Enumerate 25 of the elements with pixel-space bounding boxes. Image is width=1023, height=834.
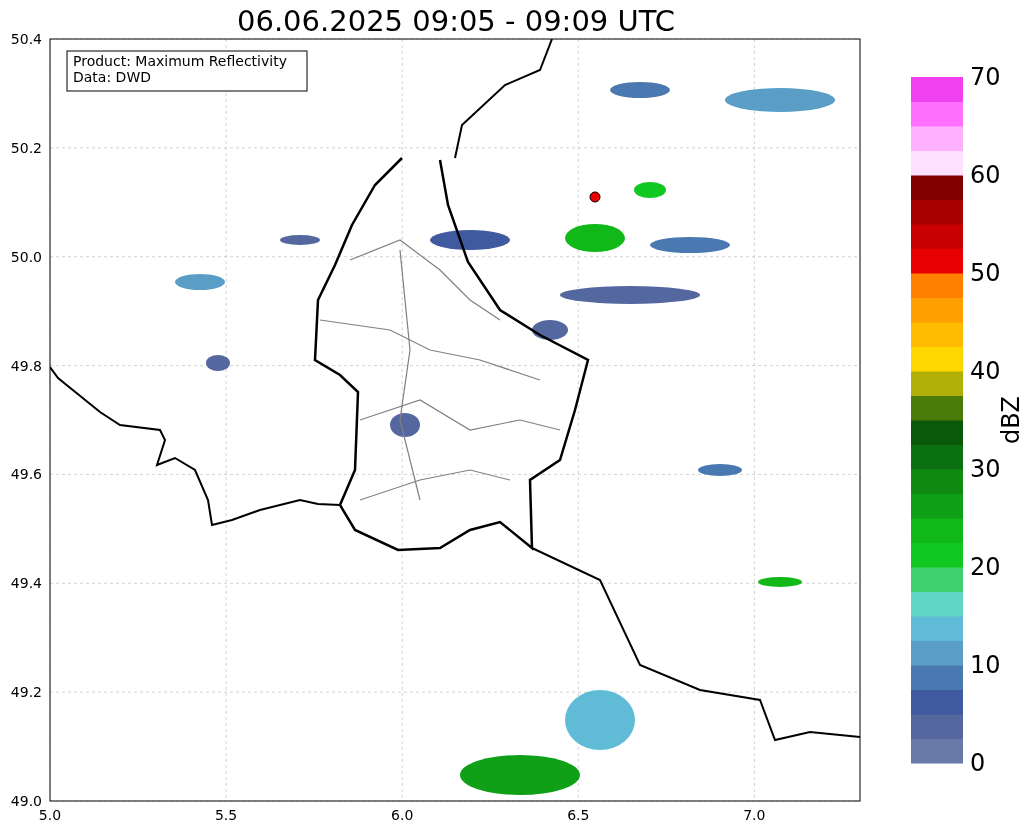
legend-text: Data: DWD [73,69,151,85]
x-tick-label: 5.0 [38,807,62,823]
x-tick-label: 5.5 [214,807,238,823]
colorbar-tick-label: 20 [970,553,1001,581]
colorbar-tick-label: 60 [970,161,1001,189]
y-tick-label: 50.4 [10,31,42,47]
y-tick-label: 49.6 [10,466,42,483]
colorbar-tick-label: 0 [970,749,986,777]
x-tick-label: 7.0 [743,807,766,823]
colorbar-tick-label: 40 [970,357,1001,385]
colorbar-tick-label: 10 [970,651,1001,679]
colorbar-tick-label: 50 [970,259,1001,287]
y-tick-label: 49.8 [10,357,42,374]
x-tick-label: 6.0 [391,807,414,823]
y-tick-label: 49.2 [10,684,42,701]
y-tick-label: 49.4 [10,575,42,592]
colorbar-label: dBZ [997,395,1023,445]
legend-text: Product: Maximum Reflectivity [73,53,287,69]
colorbar-tick-label: 30 [970,455,1001,483]
x-tick-label: 6.5 [567,807,590,823]
colorbar-tick-label: 70 [970,63,1001,91]
y-tick-label: 49.0 [10,793,42,809]
chart-title: 06.06.2025 09:05 - 09:09 UTC [237,4,675,38]
y-tick-label: 50.0 [10,248,42,265]
y-tick-label: 50.2 [10,139,42,156]
